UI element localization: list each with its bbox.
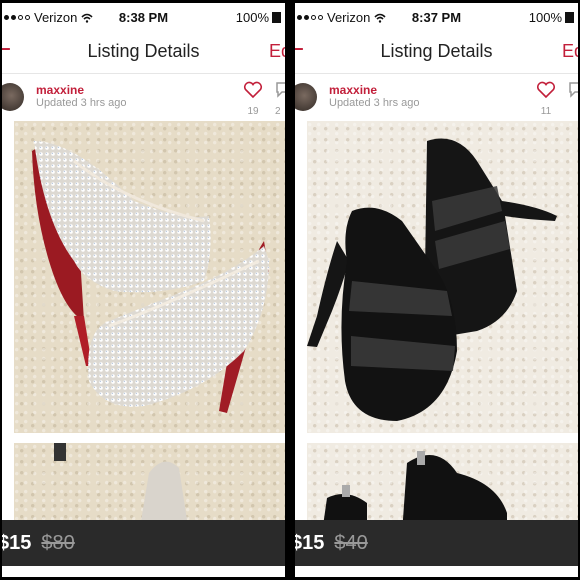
original-price: $80 (41, 531, 75, 554)
updated-time: Updated 3 hrs ago (329, 97, 420, 109)
current-price: $15 (295, 531, 325, 554)
black-booties-photo (307, 138, 557, 421)
nav-bar: − Listing Details Ed (295, 29, 578, 74)
seller-row: maxxine Updated 3 hrs ago 11 (295, 75, 578, 121)
sparkle-pumps-photo (32, 141, 269, 413)
comment-icon (569, 82, 578, 98)
avatar[interactable] (2, 83, 24, 111)
heart-icon (536, 81, 556, 99)
seller-name[interactable]: maxxine (329, 83, 377, 97)
nav-bar: − Listing Details Ed (2, 29, 285, 74)
like-count: 19 (247, 106, 259, 117)
seller-row: maxxine Updated 3 hrs ago 19 2 (2, 75, 285, 121)
edit-button[interactable]: Ed (562, 41, 578, 62)
price-bar: $15 $80 (2, 520, 285, 566)
battery-icon (272, 12, 281, 23)
listing-screen-left: Verizon 8:38 PM 100% − Listing Details E… (2, 3, 285, 577)
heart-icon (243, 81, 263, 99)
edit-button[interactable]: Ed (269, 41, 285, 62)
battery-percent: 100% (235, 10, 269, 25)
listing-photo-main[interactable] (307, 121, 578, 433)
comment-button[interactable] (568, 81, 578, 106)
listing-photo-main[interactable] (14, 121, 285, 433)
listing-screen-right: Verizon 8:37 PM 100% − Listing Details E… (295, 3, 578, 577)
page-title: Listing Details (87, 41, 200, 61)
avatar[interactable] (295, 83, 317, 111)
page-title: Listing Details (380, 41, 493, 61)
comment-button[interactable]: 2 (275, 81, 285, 117)
like-button[interactable]: 19 (241, 81, 265, 117)
status-bar: Verizon 8:37 PM 100% (295, 3, 578, 29)
current-price: $15 (2, 531, 32, 554)
comment-icon (276, 82, 285, 98)
battery-percent: 100% (528, 10, 562, 25)
battery-icon (565, 12, 574, 23)
price-bar: $15 $40 (295, 520, 578, 566)
original-price: $40 (334, 531, 368, 554)
seller-name[interactable]: maxxine (36, 83, 84, 97)
updated-time: Updated 3 hrs ago (36, 97, 127, 109)
like-button[interactable]: 11 (534, 81, 558, 117)
like-count: 11 (540, 106, 552, 117)
status-bar: Verizon 8:38 PM 100% (2, 3, 285, 29)
comment-count: 2 (275, 106, 281, 117)
